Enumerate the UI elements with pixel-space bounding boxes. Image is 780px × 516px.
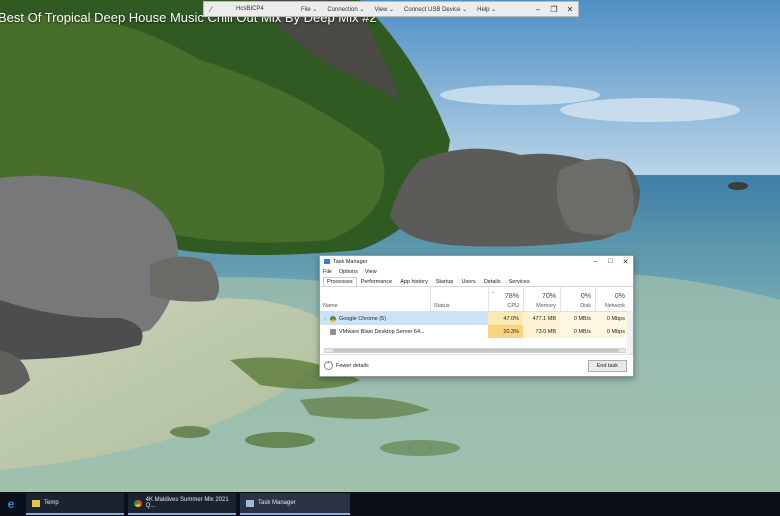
- seagrass: [170, 426, 210, 438]
- process-memory: 73.0 MB: [523, 325, 560, 338]
- tab-processes[interactable]: Processes: [323, 277, 357, 286]
- video-frame: [0, 0, 780, 492]
- task-manager-icon: [324, 259, 330, 264]
- small-rock: [728, 182, 748, 190]
- process-cpu: 20.3%: [488, 325, 523, 338]
- granite-boulder: [556, 158, 634, 235]
- taskbar: e Temp 4K Maldives Summer Mix 2021 Q... …: [0, 492, 780, 516]
- disk-percent: 0%: [580, 293, 591, 300]
- tab-bar: Processes Performance App history Startu…: [320, 276, 633, 287]
- chevron-up-icon: ⌃: [324, 361, 333, 370]
- fewer-details-link[interactable]: ⌃ Fewer details: [320, 361, 369, 370]
- tab-details[interactable]: Details: [480, 277, 505, 286]
- pin-icon[interactable]: ∕: [204, 5, 218, 14]
- column-network[interactable]: 0% Network: [595, 287, 629, 311]
- edge-browser-icon[interactable]: e: [0, 492, 22, 516]
- tab-performance[interactable]: Performance: [357, 277, 397, 286]
- process-name: Google Chrome (5): [339, 315, 387, 322]
- process-network: 0 Mbps: [595, 312, 629, 325]
- process-cpu: 47.0%: [488, 312, 523, 325]
- vmware-icon: [330, 328, 336, 335]
- process-disk: 0 MB/s: [560, 312, 595, 325]
- process-disk: 0 MB/s: [560, 325, 595, 338]
- menu-file[interactable]: File: [323, 269, 332, 275]
- expand-chevron-icon[interactable]: ›: [320, 316, 330, 322]
- end-task-button[interactable]: End task: [587, 359, 627, 372]
- cpu-percent: 78%: [504, 293, 519, 300]
- menu-view[interactable]: View: [365, 269, 377, 275]
- tab-app-history[interactable]: App history: [396, 277, 432, 286]
- column-name[interactable]: Name: [320, 287, 430, 311]
- column-memory[interactable]: 70% Memory: [523, 287, 560, 311]
- restore-icon[interactable]: ❐: [546, 5, 562, 14]
- column-cpu[interactable]: ⌄ 78% CPU: [488, 287, 523, 311]
- menu-options[interactable]: Options: [339, 269, 358, 275]
- network-percent: 0%: [614, 293, 625, 300]
- column-disk[interactable]: 0% Disk: [560, 287, 595, 311]
- title-bar[interactable]: Task Manager – □ ✕: [320, 256, 633, 267]
- process-row-vmware[interactable]: VMware Blast Desktop Server 64... 20.3% …: [320, 325, 633, 338]
- window-controls: – □ ✕: [588, 258, 633, 266]
- remote-menu-view[interactable]: View ⌄: [369, 6, 399, 13]
- taskbar-item-chrome-video[interactable]: 4K Maldives Summer Mix 2021 Q...: [128, 493, 236, 515]
- taskbar-item-task-manager[interactable]: Task Manager: [240, 493, 350, 515]
- minimize-icon[interactable]: –: [530, 5, 546, 14]
- cloud: [560, 98, 740, 122]
- column-headers: Name Status ⌄ 78% CPU 70% Memory 0% Disk…: [320, 287, 633, 312]
- process-status: [430, 312, 488, 325]
- remote-window-controls: – ❐ ✕: [530, 5, 578, 14]
- process-row-chrome[interactable]: › Google Chrome (5) 47.0% 477.1 MB 0 MB/…: [320, 312, 633, 325]
- tab-users[interactable]: Users: [457, 277, 479, 286]
- maximize-icon[interactable]: □: [603, 258, 618, 266]
- close-icon[interactable]: ✕: [562, 5, 578, 14]
- menu-bar: File Options View: [320, 267, 633, 276]
- close-icon[interactable]: ✕: [618, 258, 633, 266]
- memory-percent: 70%: [541, 293, 556, 300]
- window-title: Task Manager: [333, 258, 368, 265]
- scrollbar-thumb[interactable]: [333, 349, 619, 352]
- chrome-icon: [134, 499, 142, 507]
- boulder: [150, 256, 219, 302]
- remote-menu-connection[interactable]: Connection ⌄: [322, 6, 369, 13]
- taskbar-item-temp[interactable]: Temp: [26, 493, 124, 515]
- remote-menu-connect-usb[interactable]: Connect USB Device ⌄: [399, 6, 472, 13]
- task-manager-window: Task Manager – □ ✕ File Options View Pro…: [319, 255, 634, 377]
- remote-host-name: HcsBICP4: [236, 6, 264, 12]
- process-memory: 477.1 MB: [523, 312, 560, 325]
- vertical-scrollbar[interactable]: [627, 311, 633, 354]
- footer: ⌃ Fewer details End task: [320, 354, 633, 376]
- process-status: [430, 325, 488, 338]
- remote-menu-help[interactable]: Help ⌄: [472, 6, 501, 13]
- horizontal-scrollbar[interactable]: [324, 348, 626, 353]
- minimize-icon[interactable]: –: [588, 258, 603, 266]
- sort-chevron-icon: ⌄: [491, 289, 496, 295]
- cloud: [440, 85, 600, 105]
- remote-menu-file[interactable]: File ⌄: [296, 6, 322, 13]
- tab-startup[interactable]: Startup: [432, 277, 458, 286]
- column-status[interactable]: Status: [430, 287, 488, 311]
- seagrass: [380, 440, 460, 456]
- chrome-icon: [330, 315, 336, 322]
- tab-services[interactable]: Services: [505, 277, 534, 286]
- seagrass: [245, 432, 315, 448]
- folder-icon: [32, 499, 40, 507]
- process-name: VMware Blast Desktop Server 64...: [339, 328, 425, 335]
- remote-session-toolbar: ∕ HcsBICP4 File ⌄ Connection ⌄ View ⌄ Co…: [203, 1, 579, 17]
- task-manager-icon: [246, 499, 254, 507]
- process-network: 0 Mbps: [595, 325, 629, 338]
